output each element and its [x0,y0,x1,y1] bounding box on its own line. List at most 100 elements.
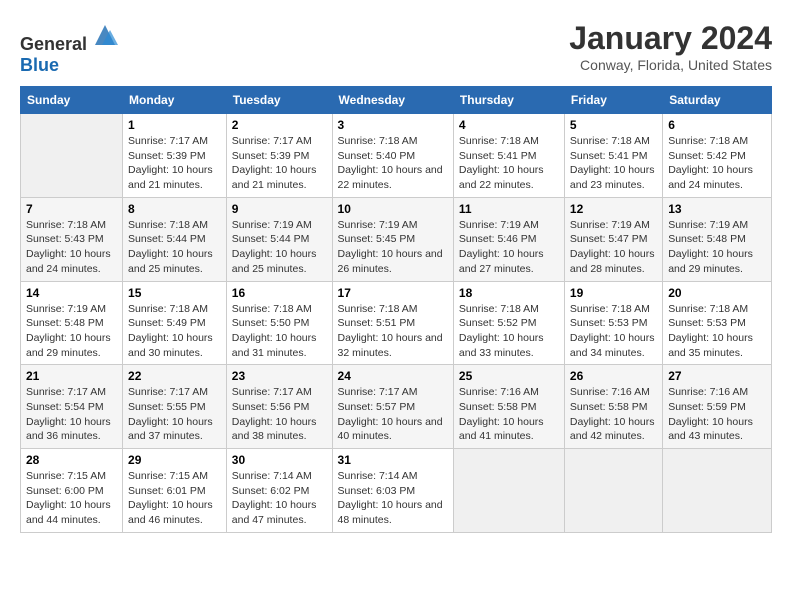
day-number: 19 [570,286,657,300]
calendar-cell: 27Sunrise: 7:16 AM Sunset: 5:59 PM Dayli… [663,365,772,449]
calendar-cell [453,449,564,533]
day-number: 23 [232,369,327,383]
day-number: 4 [459,118,559,132]
logo-text-general: General [20,34,87,54]
calendar-cell: 28 Sunrise: 7:15 AM Sunset: 6:00 PM Dayli… [21,449,123,533]
day-number: 16 [232,286,327,300]
calendar-cell: 25Sunrise: 7:16 AM Sunset: 5:58 PM Dayli… [453,365,564,449]
calendar-header-saturday: Saturday [663,87,772,114]
calendar-cell [564,449,662,533]
logo-icon [90,20,120,50]
day-number: 24 [338,369,448,383]
day-number: 31 [338,453,448,467]
calendar-header-thursday: Thursday [453,87,564,114]
calendar-cell: 29 Sunrise: 7:15 AM Sunset: 6:01 PM Dayli… [123,449,227,533]
calendar-body: 1 Sunrise: 7:17 AM Sunset: 5:39 PM Daylig… [21,114,772,533]
day-info: Sunrise: 7:17 AM Sunset: 5:39 PM Dayligh… [232,134,327,193]
logo-text-blue: Blue [20,55,59,75]
day-number: 17 [338,286,448,300]
calendar-cell: 18 Sunrise: 7:18 AM Sunset: 5:52 PM Dayli… [453,281,564,365]
day-info: Sunrise: 7:17 AM Sunset: 5:55 PM Dayligh… [128,385,221,444]
day-number: 18 [459,286,559,300]
calendar-cell: 26Sunrise: 7:16 AM Sunset: 5:58 PM Dayli… [564,365,662,449]
day-info: Sunrise: 7:17 AM Sunset: 5:54 PM Dayligh… [26,385,117,444]
day-number: 22 [128,369,221,383]
day-number: 8 [128,202,221,216]
day-info: Sunrise: 7:18 AM Sunset: 5:52 PM Dayligh… [459,302,559,361]
main-title: January 2024 [569,20,772,57]
calendar-header-wednesday: Wednesday [332,87,453,114]
day-number: 15 [128,286,221,300]
calendar-cell: 15Sunrise: 7:18 AM Sunset: 5:49 PM Dayli… [123,281,227,365]
calendar-header-friday: Friday [564,87,662,114]
calendar-cell: 10Sunrise: 7:19 AM Sunset: 5:45 PM Dayli… [332,197,453,281]
day-info: Sunrise: 7:16 AM Sunset: 5:59 PM Dayligh… [668,385,766,444]
day-info: Sunrise: 7:14 AM Sunset: 6:02 PM Dayligh… [232,469,327,528]
calendar-header-tuesday: Tuesday [226,87,332,114]
day-number: 2 [232,118,327,132]
calendar-cell: 4 Sunrise: 7:18 AM Sunset: 5:41 PM Daylig… [453,114,564,198]
calendar-cell: 8 Sunrise: 7:18 AM Sunset: 5:44 PM Daylig… [123,197,227,281]
day-info: Sunrise: 7:18 AM Sunset: 5:41 PM Dayligh… [459,134,559,193]
logo: General Blue [20,20,120,76]
calendar-header-row: SundayMondayTuesdayWednesdayThursdayFrid… [21,87,772,114]
day-number: 14 [26,286,117,300]
day-number: 1 [128,118,221,132]
calendar-week-row: 14Sunrise: 7:19 AM Sunset: 5:48 PM Dayli… [21,281,772,365]
day-info: Sunrise: 7:15 AM Sunset: 6:01 PM Dayligh… [128,469,221,528]
calendar-cell: 24 Sunrise: 7:17 AM Sunset: 5:57 PM Dayli… [332,365,453,449]
calendar-cell: 12 Sunrise: 7:19 AM Sunset: 5:47 PM Dayli… [564,197,662,281]
header: General Blue January 2024 Conway, Florid… [20,20,772,76]
subtitle: Conway, Florida, United States [569,57,772,73]
day-number: 3 [338,118,448,132]
day-number: 28 [26,453,117,467]
calendar-cell: 30Sunrise: 7:14 AM Sunset: 6:02 PM Dayli… [226,449,332,533]
calendar-week-row: 21 Sunrise: 7:17 AM Sunset: 5:54 PM Dayli… [21,365,772,449]
day-number: 25 [459,369,559,383]
calendar-cell: 17 Sunrise: 7:18 AM Sunset: 5:51 PM Dayli… [332,281,453,365]
day-number: 29 [128,453,221,467]
calendar-cell: 14Sunrise: 7:19 AM Sunset: 5:48 PM Dayli… [21,281,123,365]
calendar-header-monday: Monday [123,87,227,114]
day-info: Sunrise: 7:19 AM Sunset: 5:48 PM Dayligh… [668,218,766,277]
day-number: 5 [570,118,657,132]
day-number: 7 [26,202,117,216]
day-info: Sunrise: 7:18 AM Sunset: 5:51 PM Dayligh… [338,302,448,361]
calendar-cell [663,449,772,533]
day-number: 11 [459,202,559,216]
day-info: Sunrise: 7:18 AM Sunset: 5:44 PM Dayligh… [128,218,221,277]
day-info: Sunrise: 7:19 AM Sunset: 5:47 PM Dayligh… [570,218,657,277]
day-info: Sunrise: 7:18 AM Sunset: 5:42 PM Dayligh… [668,134,766,193]
calendar-cell: 1Sunrise: 7:17 AM Sunset: 5:39 PM Daylig… [123,114,227,198]
calendar-cell: 31 Sunrise: 7:14 AM Sunset: 6:03 PM Dayli… [332,449,453,533]
day-number: 6 [668,118,766,132]
day-info: Sunrise: 7:18 AM Sunset: 5:40 PM Dayligh… [338,134,448,193]
day-number: 21 [26,369,117,383]
calendar-cell: 9Sunrise: 7:19 AM Sunset: 5:44 PM Daylig… [226,197,332,281]
day-info: Sunrise: 7:19 AM Sunset: 5:44 PM Dayligh… [232,218,327,277]
day-number: 26 [570,369,657,383]
calendar-cell: 19Sunrise: 7:18 AM Sunset: 5:53 PM Dayli… [564,281,662,365]
calendar-header-sunday: Sunday [21,87,123,114]
day-number: 13 [668,202,766,216]
day-info: Sunrise: 7:18 AM Sunset: 5:41 PM Dayligh… [570,134,657,193]
day-info: Sunrise: 7:18 AM Sunset: 5:53 PM Dayligh… [668,302,766,361]
day-info: Sunrise: 7:19 AM Sunset: 5:46 PM Dayligh… [459,218,559,277]
day-info: Sunrise: 7:18 AM Sunset: 5:43 PM Dayligh… [26,218,117,277]
calendar-cell: 7 Sunrise: 7:18 AM Sunset: 5:43 PM Daylig… [21,197,123,281]
day-info: Sunrise: 7:19 AM Sunset: 5:45 PM Dayligh… [338,218,448,277]
calendar-week-row: 28 Sunrise: 7:15 AM Sunset: 6:00 PM Dayli… [21,449,772,533]
calendar-cell: 3 Sunrise: 7:18 AM Sunset: 5:40 PM Daylig… [332,114,453,198]
calendar-cell: 22 Sunrise: 7:17 AM Sunset: 5:55 PM Dayli… [123,365,227,449]
calendar-week-row: 1 Sunrise: 7:17 AM Sunset: 5:39 PM Daylig… [21,114,772,198]
day-info: Sunrise: 7:17 AM Sunset: 5:57 PM Dayligh… [338,385,448,444]
calendar-cell: 5 Sunrise: 7:18 AM Sunset: 5:41 PM Daylig… [564,114,662,198]
day-info: Sunrise: 7:15 AM Sunset: 6:00 PM Dayligh… [26,469,117,528]
calendar-table: SundayMondayTuesdayWednesdayThursdayFrid… [20,86,772,533]
title-area: January 2024 Conway, Florida, United Sta… [569,20,772,73]
day-number: 20 [668,286,766,300]
day-number: 12 [570,202,657,216]
calendar-cell: 6 Sunrise: 7:18 AM Sunset: 5:42 PM Daylig… [663,114,772,198]
calendar-cell: 2 Sunrise: 7:17 AM Sunset: 5:39 PM Daylig… [226,114,332,198]
day-info: Sunrise: 7:14 AM Sunset: 6:03 PM Dayligh… [338,469,448,528]
